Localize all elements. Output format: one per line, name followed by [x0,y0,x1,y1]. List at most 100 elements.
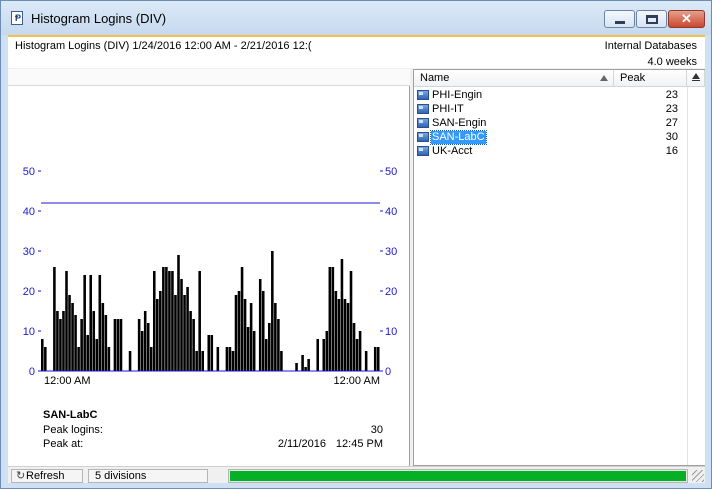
histogram-bar [198,271,201,371]
server-icon [417,118,429,128]
peak-logins-value: 30 [370,424,383,436]
y-tick-label-left: 50 [23,166,35,178]
y-tick-label-right: 50 [385,166,397,178]
histogram-bar [189,311,192,371]
histogram-bar [240,267,244,371]
histogram-bar [346,303,350,371]
histogram-bar [89,275,92,371]
y-tick-label-right: 40 [385,206,397,218]
histogram-bar [140,331,144,371]
histogram-bar [249,303,253,371]
y-tick-label-right: 0 [385,366,391,378]
histogram-bar [316,339,320,371]
column-header-peak[interactable]: Peak [614,70,687,87]
histogram-bar [71,303,74,371]
histogram-bar [195,351,198,371]
histogram-bar [180,279,183,371]
client-area: Histogram Logins (DIV) 1/24/2016 12:00 A… [8,35,705,483]
list-item[interactable]: SAN-LabC 30 [414,130,684,145]
list-item-name: SAN-LabC [430,130,487,145]
source-text: Internal Databases [604,40,697,52]
duration-text: 4.0 weeks [647,56,697,68]
y-tick-label-left: 20 [23,286,35,298]
list-item-peak: 23 [665,103,678,115]
y-tick-label-right: 30 [385,246,397,258]
info-bar: Histogram Logins (DIV) 1/24/2016 12:00 A… [8,35,705,68]
peak-logins-label: Peak logins: [43,424,103,436]
status-bar: ↻ Refresh 5 divisions [8,466,705,483]
histogram-bar [156,299,159,371]
server-icon [417,146,429,156]
vertical-scrollbar[interactable] [687,87,705,465]
histogram-bar [246,327,250,371]
app-window: Ᵽ Histogram Logins (DIV) ✕ Histogram Log… [0,0,712,489]
x-start-time: 12:00 AM [44,375,90,387]
histogram-bar [162,267,165,371]
column-peak-label: Peak [620,72,646,84]
histogram-bar [59,319,62,371]
column-header-name[interactable]: Name [414,70,614,87]
refresh-button[interactable]: ↻ Refresh [11,469,83,483]
histogram-bar [301,355,304,371]
list-item[interactable]: PHI-Engin 23 [414,89,684,102]
histogram-bar [137,319,141,371]
histogram-bar [159,291,162,371]
close-icon: ✕ [681,11,692,26]
histogram-bar [237,291,241,371]
histogram-bar [113,319,117,371]
close-button[interactable]: ✕ [668,10,705,28]
progress-bar [228,469,688,483]
histogram-bar [340,259,344,371]
list-item[interactable]: SAN-Engin 27 [414,117,684,130]
peak-at-label: Peak at: [43,438,84,450]
histogram-bar [231,351,235,371]
window-title: Histogram Logins (DIV) [31,11,167,26]
histogram-bar [264,339,268,371]
histogram-bar [376,347,380,371]
histogram-bar [128,351,132,371]
list-item-peak: 16 [665,145,678,157]
histogram-bar [53,267,56,371]
histogram-bar [62,311,65,371]
histogram-bar [234,295,238,371]
histogram-bar [74,315,77,371]
app-icon: Ᵽ [11,11,23,25]
minimize-button[interactable] [604,10,635,28]
histogram-bar [274,303,277,371]
summary-series-name: SAN-LabC [43,409,98,421]
peak-at-time: 12:45 PM [335,438,383,450]
histogram-bar [95,339,99,371]
sort-ascending-icon [600,75,608,81]
histogram-bar [92,311,96,371]
histogram-bar [116,319,120,371]
histogram-bar [83,275,86,371]
peak-at-date: 2/11/2016 [277,438,326,450]
histogram-bar [165,267,168,371]
divisions-field[interactable]: 5 divisions [88,469,208,483]
histogram-bar [325,331,329,371]
histogram-bar [143,311,147,371]
histogram-bar [168,271,171,371]
histogram-bar [364,351,368,371]
x-end-time: 12:00 AM [334,375,380,387]
histogram-bar [228,347,232,371]
maximize-button[interactable] [636,10,667,28]
histogram-bar [337,299,341,371]
title-bar[interactable]: Ᵽ Histogram Logins (DIV) ✕ [1,1,711,35]
histogram-bar [334,291,338,371]
histogram-bar [171,271,174,371]
list-item-name: PHI-Engin [432,89,483,101]
histogram-bar [277,319,280,371]
list-item-name: PHI-IT [432,103,464,115]
histogram-bar [252,331,256,371]
scroll-to-top-icon [692,73,700,79]
server-icon [417,104,429,114]
list-item[interactable]: UK-Acct 16 [414,145,684,158]
scroll-to-top-button[interactable] [687,70,705,87]
histogram-bar [44,347,47,371]
resize-grip[interactable] [692,470,704,482]
list-item[interactable]: PHI-IT 23 [414,103,684,116]
histogram-bar [119,319,123,371]
histogram-bar [373,347,377,371]
histogram-bar [343,299,347,371]
